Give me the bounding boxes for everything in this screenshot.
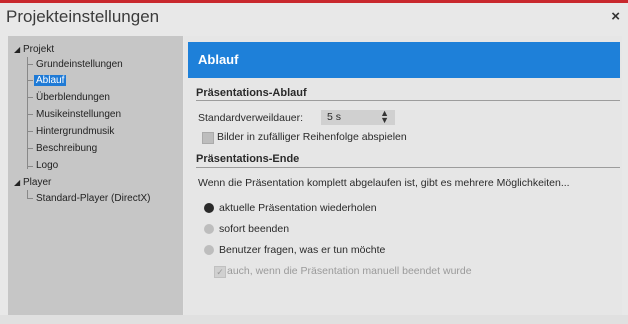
tree-connector — [27, 57, 28, 169]
standard-duration-stepper[interactable]: 5 s ▲ ▼ — [321, 109, 395, 125]
radio-repeat-label: aktuelle Präsentation wiederholen — [219, 202, 377, 214]
tree-item-grundeinstellungen[interactable]: Grundeinstellungen — [36, 58, 123, 72]
end-info-text: Wenn die Präsentation komplett abgelaufe… — [198, 177, 570, 189]
tree-label-player: Player — [23, 177, 52, 188]
tree-item-ablauf-label: Ablauf — [34, 75, 67, 86]
window-footer — [0, 315, 628, 324]
section-title-ende: Präsentations-Ende — [196, 153, 300, 165]
standard-duration-value: 5 s — [327, 111, 342, 123]
tree-connector — [27, 131, 33, 132]
panel-title: Ablauf — [198, 52, 239, 67]
title-bar: Projekteinstellungen × — [0, 3, 628, 33]
radio-quit-label: sofort beenden — [219, 223, 290, 235]
section-divider — [196, 167, 620, 168]
panel-header: Ablauf — [188, 42, 620, 78]
tree-label-projekt: Projekt — [23, 44, 55, 55]
tree-node-projekt[interactable]: ◢ Projekt — [14, 43, 54, 57]
settings-window: Projekteinstellungen × ◢ Projekt Grundein… — [0, 3, 628, 324]
tree-item-standard-player[interactable]: Standard-Player (DirectX) — [36, 192, 150, 206]
navigation-tree: ◢ Projekt Grundeinstellungen Ablauf Überb… — [8, 36, 183, 315]
tree-node-player[interactable]: ◢ Player — [14, 176, 51, 190]
spin-arrows-icon[interactable]: ▲ ▼ — [380, 109, 389, 125]
settings-panel: Ablauf Präsentations-Ablauf Standardverw… — [184, 36, 622, 315]
tree-item-ablauf[interactable]: Ablauf — [34, 74, 67, 88]
window-title: Projekteinstellungen — [6, 7, 160, 26]
tree-connector — [27, 198, 33, 199]
standard-duration-label: Standardverweildauer: — [198, 112, 304, 124]
tree-connector — [27, 80, 33, 81]
expand-arrow-icon[interactable]: ◢ — [14, 176, 23, 190]
section-divider — [196, 100, 620, 101]
radio-quit[interactable] — [204, 224, 214, 234]
manual-end-label: auch, wenn die Präsentation manuell been… — [227, 265, 472, 277]
tree-connector — [27, 114, 33, 115]
expand-arrow-icon[interactable]: ◢ — [14, 43, 23, 57]
radio-repeat[interactable] — [204, 203, 214, 213]
random-order-checkbox[interactable] — [202, 132, 214, 144]
tree-item-logo[interactable]: Logo — [36, 159, 58, 173]
tree-item-beschreibung[interactable]: Beschreibung — [36, 142, 97, 156]
tree-connector — [27, 166, 33, 167]
manual-end-checkbox[interactable]: ✓ — [214, 266, 226, 278]
tree-connector — [27, 97, 33, 98]
tree-item-hintergrundmusik[interactable]: Hintergrundmusik — [36, 125, 114, 139]
tree-item-ueberblendungen[interactable]: Überblendungen — [36, 91, 110, 105]
tree-connector — [27, 64, 33, 65]
tree-connector — [27, 148, 33, 149]
section-title-ablauf: Präsentations-Ablauf — [196, 87, 307, 99]
radio-ask-user-label: Benutzer fragen, was er tun möchte — [219, 244, 386, 256]
close-icon[interactable]: × — [611, 8, 620, 25]
radio-ask-user[interactable] — [204, 245, 214, 255]
tree-item-musikeinstellungen[interactable]: Musikeinstellungen — [36, 108, 121, 122]
random-order-label: Bilder in zufälliger Reihenfolge abspiel… — [217, 131, 407, 143]
check-icon: ✓ — [216, 267, 224, 277]
